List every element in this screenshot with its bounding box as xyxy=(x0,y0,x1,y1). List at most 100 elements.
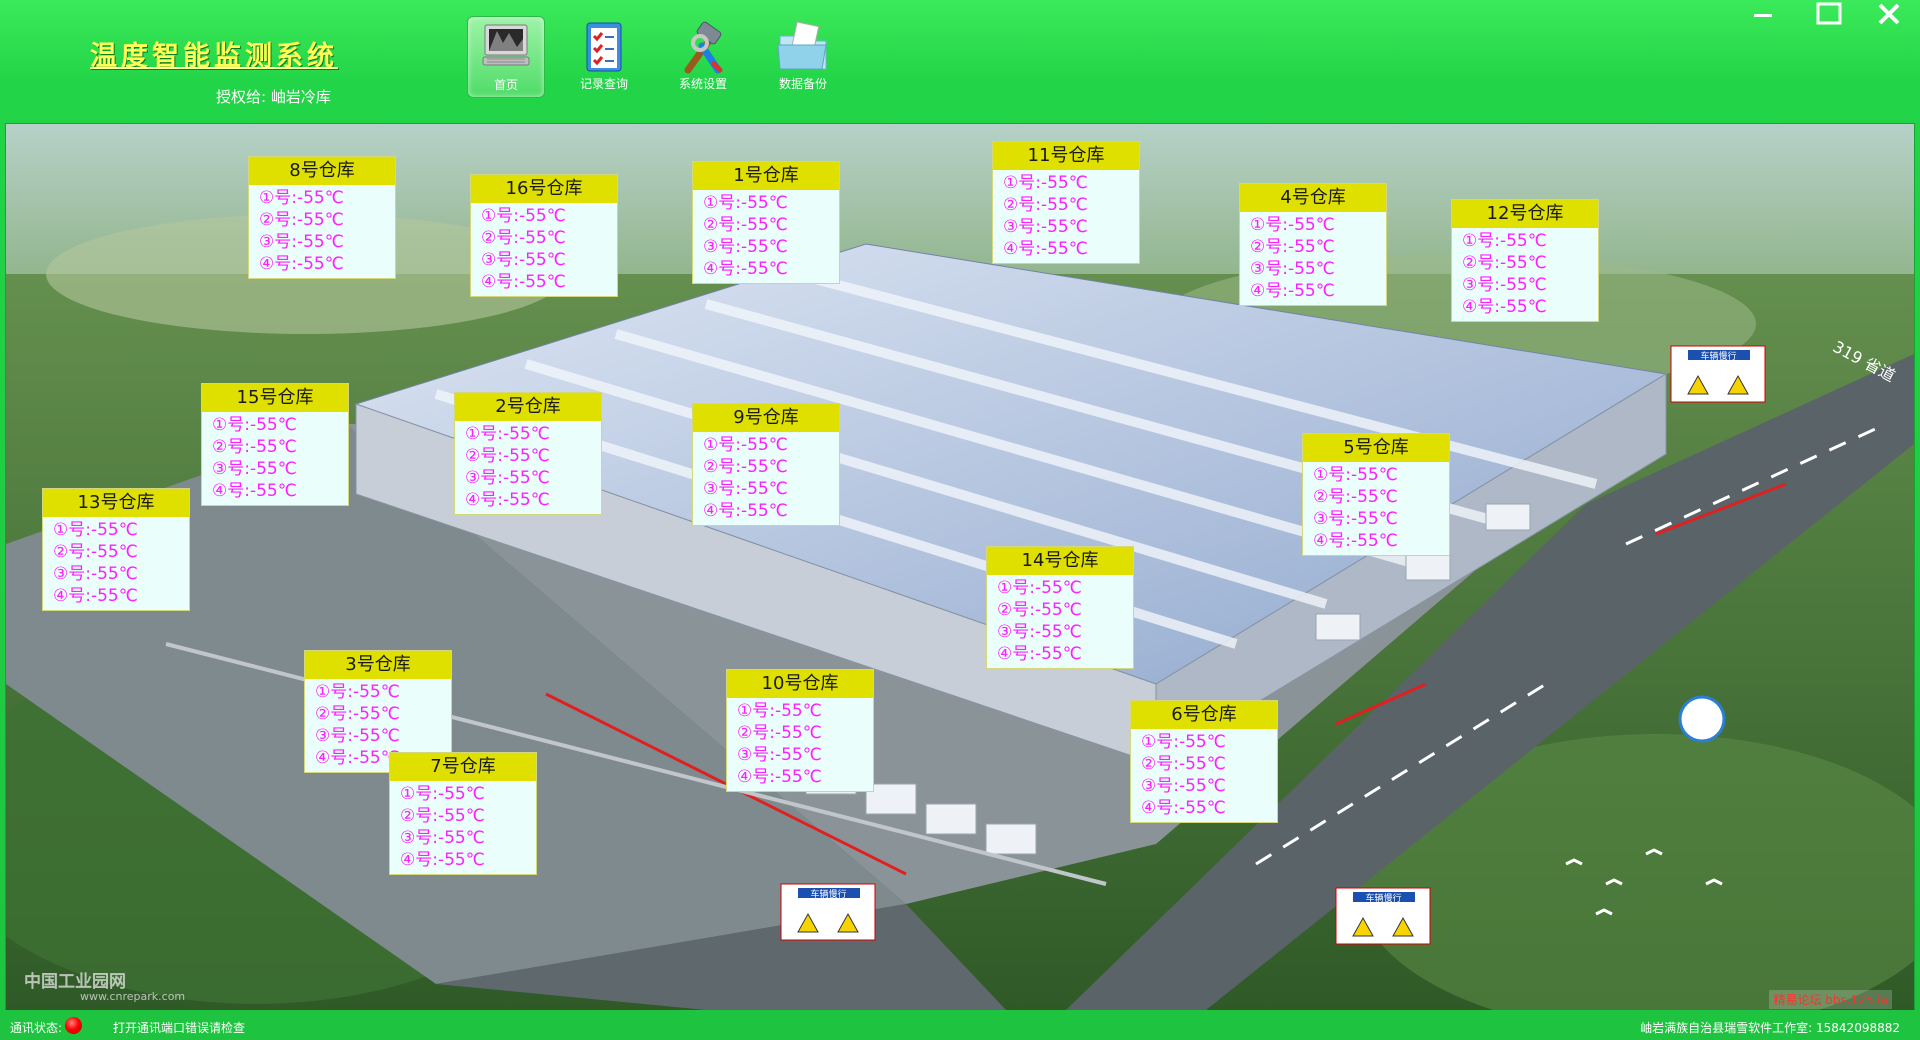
sensor-reading: ④号:-55℃ xyxy=(1003,239,1088,259)
app-window: 温度智能监测系统 授权给: 岫岩冷库 首页 记录查询 系统设置 数据备份 车辆慢… xyxy=(0,0,1920,1040)
warehouse-card-12[interactable]: 12号仓库 ①号:-55℃ ②号:-55℃ ③号:-55℃ ④号:-55℃ xyxy=(1451,199,1599,322)
sensor-reading: ②号:-55℃ xyxy=(997,600,1082,620)
toolbar-records-button[interactable]: 记录查询 xyxy=(566,16,642,96)
sensor-reading: ②号:-55℃ xyxy=(703,457,788,477)
warehouse-card-4[interactable]: 4号仓库 ①号:-55℃ ②号:-55℃ ③号:-55℃ ④号:-55℃ xyxy=(1239,183,1387,306)
warehouse-card-13[interactable]: 13号仓库 ①号:-55℃ ②号:-55℃ ③号:-55℃ ④号:-55℃ xyxy=(42,488,190,611)
sensor-reading: ③号:-55℃ xyxy=(1462,275,1547,295)
sensor-reading: ②号:-55℃ xyxy=(703,215,788,235)
sensor-reading: ②号:-55℃ xyxy=(400,806,485,826)
sensor-reading: ③号:-55℃ xyxy=(465,468,550,488)
sensor-reading: ④号:-55℃ xyxy=(400,850,485,870)
warehouse-title: 7号仓库 xyxy=(390,753,536,781)
warehouse-card-8[interactable]: 8号仓库 ①号:-55℃ ②号:-55℃ ③号:-55℃ ④号:-55℃ xyxy=(248,156,396,279)
sensor-reading: ①号:-55℃ xyxy=(259,188,344,208)
sensor-reading: ①号:-55℃ xyxy=(212,415,297,435)
sensor-reading: ③号:-55℃ xyxy=(400,828,485,848)
sensor-reading: ③号:-55℃ xyxy=(1313,509,1398,529)
toolbar-home-button[interactable]: 首页 xyxy=(467,16,545,98)
close-icon xyxy=(1878,3,1900,25)
warehouse-title: 8号仓库 xyxy=(249,157,395,185)
warehouse-title: 6号仓库 xyxy=(1131,701,1277,729)
warehouse-card-5[interactable]: 5号仓库 ①号:-55℃ ②号:-55℃ ③号:-55℃ ④号:-55℃ xyxy=(1302,433,1450,556)
sensor-reading: ③号:-55℃ xyxy=(997,622,1082,642)
warehouse-card-7[interactable]: 7号仓库 ①号:-55℃ ②号:-55℃ ③号:-55℃ ④号:-55℃ xyxy=(389,752,537,875)
license-text: 授权给: 岫岩冷库 xyxy=(216,88,331,106)
sensor-reading: ①号:-55℃ xyxy=(53,520,138,540)
warehouse-title: 9号仓库 xyxy=(693,404,839,432)
warehouse-card-16[interactable]: 16号仓库 ①号:-55℃ ②号:-55℃ ③号:-55℃ ④号:-55℃ xyxy=(470,174,618,297)
sensor-reading: ③号:-55℃ xyxy=(212,459,297,479)
sign-board-1: 车辆慢行 xyxy=(1700,352,1737,362)
warehouse-title: 2号仓库 xyxy=(455,393,601,421)
warehouse-title: 5号仓库 xyxy=(1303,434,1449,462)
warehouse-card-15[interactable]: 15号仓库 ①号:-55℃ ②号:-55℃ ③号:-55℃ ④号:-55℃ xyxy=(201,383,349,506)
warehouse-title: 14号仓库 xyxy=(987,547,1133,575)
sensor-reading: ②号:-55℃ xyxy=(465,446,550,466)
toolbar-backup-button[interactable]: 数据备份 xyxy=(765,16,841,96)
sensor-reading: ④号:-55℃ xyxy=(465,490,550,510)
maximize-icon xyxy=(1816,2,1842,25)
warehouse-title: 15号仓库 xyxy=(202,384,348,412)
sensor-reading: ①号:-55℃ xyxy=(1462,231,1547,251)
sensor-reading: ①号:-55℃ xyxy=(737,701,822,721)
warehouse-map: 车辆慢行 车辆慢行 车辆慢行 319 省道 中国工业园网 www.cnrepar… xyxy=(5,123,1915,1011)
sensor-reading: ①号:-55℃ xyxy=(703,435,788,455)
warehouse-title: 10号仓库 xyxy=(727,670,873,698)
warehouse-card-2[interactable]: 2号仓库 ①号:-55℃ ②号:-55℃ ③号:-55℃ ④号:-55℃ xyxy=(454,392,602,515)
warehouse-card-9[interactable]: 9号仓库 ①号:-55℃ ②号:-55℃ ③号:-55℃ ④号:-55℃ xyxy=(692,403,840,526)
sensor-reading: ①号:-55℃ xyxy=(1250,215,1335,235)
sensor-reading: ③号:-55℃ xyxy=(481,250,566,270)
sensor-reading: ③号:-55℃ xyxy=(1250,259,1335,279)
warehouse-card-10[interactable]: 10号仓库 ①号:-55℃ ②号:-55℃ ③号:-55℃ ④号:-55℃ xyxy=(726,669,874,792)
warehouse-card-6[interactable]: 6号仓库 ①号:-55℃ ②号:-55℃ ③号:-55℃ ④号:-55℃ xyxy=(1130,700,1278,823)
sign-board-2: 车辆慢行 xyxy=(810,890,847,900)
warehouse-card-11[interactable]: 11号仓库 ①号:-55℃ ②号:-55℃ ③号:-55℃ ④号:-55℃ xyxy=(992,141,1140,264)
warehouse-title: 12号仓库 xyxy=(1452,200,1598,228)
folder-icon xyxy=(777,21,827,70)
sensor-reading: ④号:-55℃ xyxy=(1462,297,1547,317)
sensor-reading: ③号:-55℃ xyxy=(1003,217,1088,237)
checklist-icon xyxy=(586,22,622,72)
sensor-reading: ②号:-55℃ xyxy=(481,228,566,248)
sensor-reading: ②号:-55℃ xyxy=(737,723,822,743)
warehouse-title: 16号仓库 xyxy=(471,175,617,203)
sensor-reading: ②号:-55℃ xyxy=(1003,195,1088,215)
sensor-reading: ④号:-55℃ xyxy=(1141,798,1226,818)
close-button[interactable] xyxy=(1866,0,1912,28)
sensor-reading: ③号:-55℃ xyxy=(315,726,400,746)
status-led-icon xyxy=(65,1017,82,1034)
status-message: 打开通讯端口错误请检查 xyxy=(113,1021,246,1035)
sensor-reading: ④号:-55℃ xyxy=(1250,281,1335,301)
minimize-button[interactable] xyxy=(1740,0,1786,28)
sensor-reading: ②号:-55℃ xyxy=(53,542,138,562)
sensor-reading: ④号:-55℃ xyxy=(997,644,1082,664)
sensor-reading: ③号:-55℃ xyxy=(53,564,138,584)
monitor-icon xyxy=(482,24,530,66)
sensor-reading: ④号:-55℃ xyxy=(481,272,566,292)
sensor-reading: ②号:-55℃ xyxy=(1313,487,1398,507)
sensor-reading: ④号:-55℃ xyxy=(703,259,788,279)
sensor-reading: ①号:-55℃ xyxy=(997,578,1082,598)
sensor-reading: ④号:-55℃ xyxy=(53,586,138,606)
warehouse-title: 3号仓库 xyxy=(305,651,451,679)
maximize-button[interactable] xyxy=(1806,0,1852,28)
sensor-reading: ②号:-55℃ xyxy=(1250,237,1335,257)
toolbar-settings-button[interactable]: 系统设置 xyxy=(665,16,741,96)
warehouse-title: 13号仓库 xyxy=(43,489,189,517)
status-bar: 通讯状态: 打开通讯端口错误请检查 岫岩满族自治县瑞雪软件工作室: 158420… xyxy=(0,1010,1920,1040)
toolbar-records-label: 记录查询 xyxy=(579,77,628,91)
sensor-reading: ④号:-55℃ xyxy=(1313,531,1398,551)
sensor-reading: ③号:-55℃ xyxy=(703,237,788,257)
sensor-reading: ④号:-55℃ xyxy=(703,501,788,521)
sensor-reading: ③号:-55℃ xyxy=(1141,776,1226,796)
warehouse-card-14[interactable]: 14号仓库 ①号:-55℃ ②号:-55℃ ③号:-55℃ ④号:-55℃ xyxy=(986,546,1134,669)
studio-contact: 岫岩满族自治县瑞雪软件工作室: 15842098882 xyxy=(1640,1021,1900,1035)
watermark-logo: 中国工业园网 www.cnrepark.com xyxy=(24,972,186,1003)
warehouse-card-1[interactable]: 1号仓库 ①号:-55℃ ②号:-55℃ ③号:-55℃ ④号:-55℃ xyxy=(692,161,840,284)
sensor-reading: ③号:-55℃ xyxy=(259,232,344,252)
forum-watermark: 精易论坛 bbs.125.la xyxy=(1769,990,1892,1009)
toolbar-backup-label: 数据备份 xyxy=(778,77,827,91)
sensor-reading: ①号:-55℃ xyxy=(703,193,788,213)
sensor-reading: ②号:-55℃ xyxy=(259,210,344,230)
